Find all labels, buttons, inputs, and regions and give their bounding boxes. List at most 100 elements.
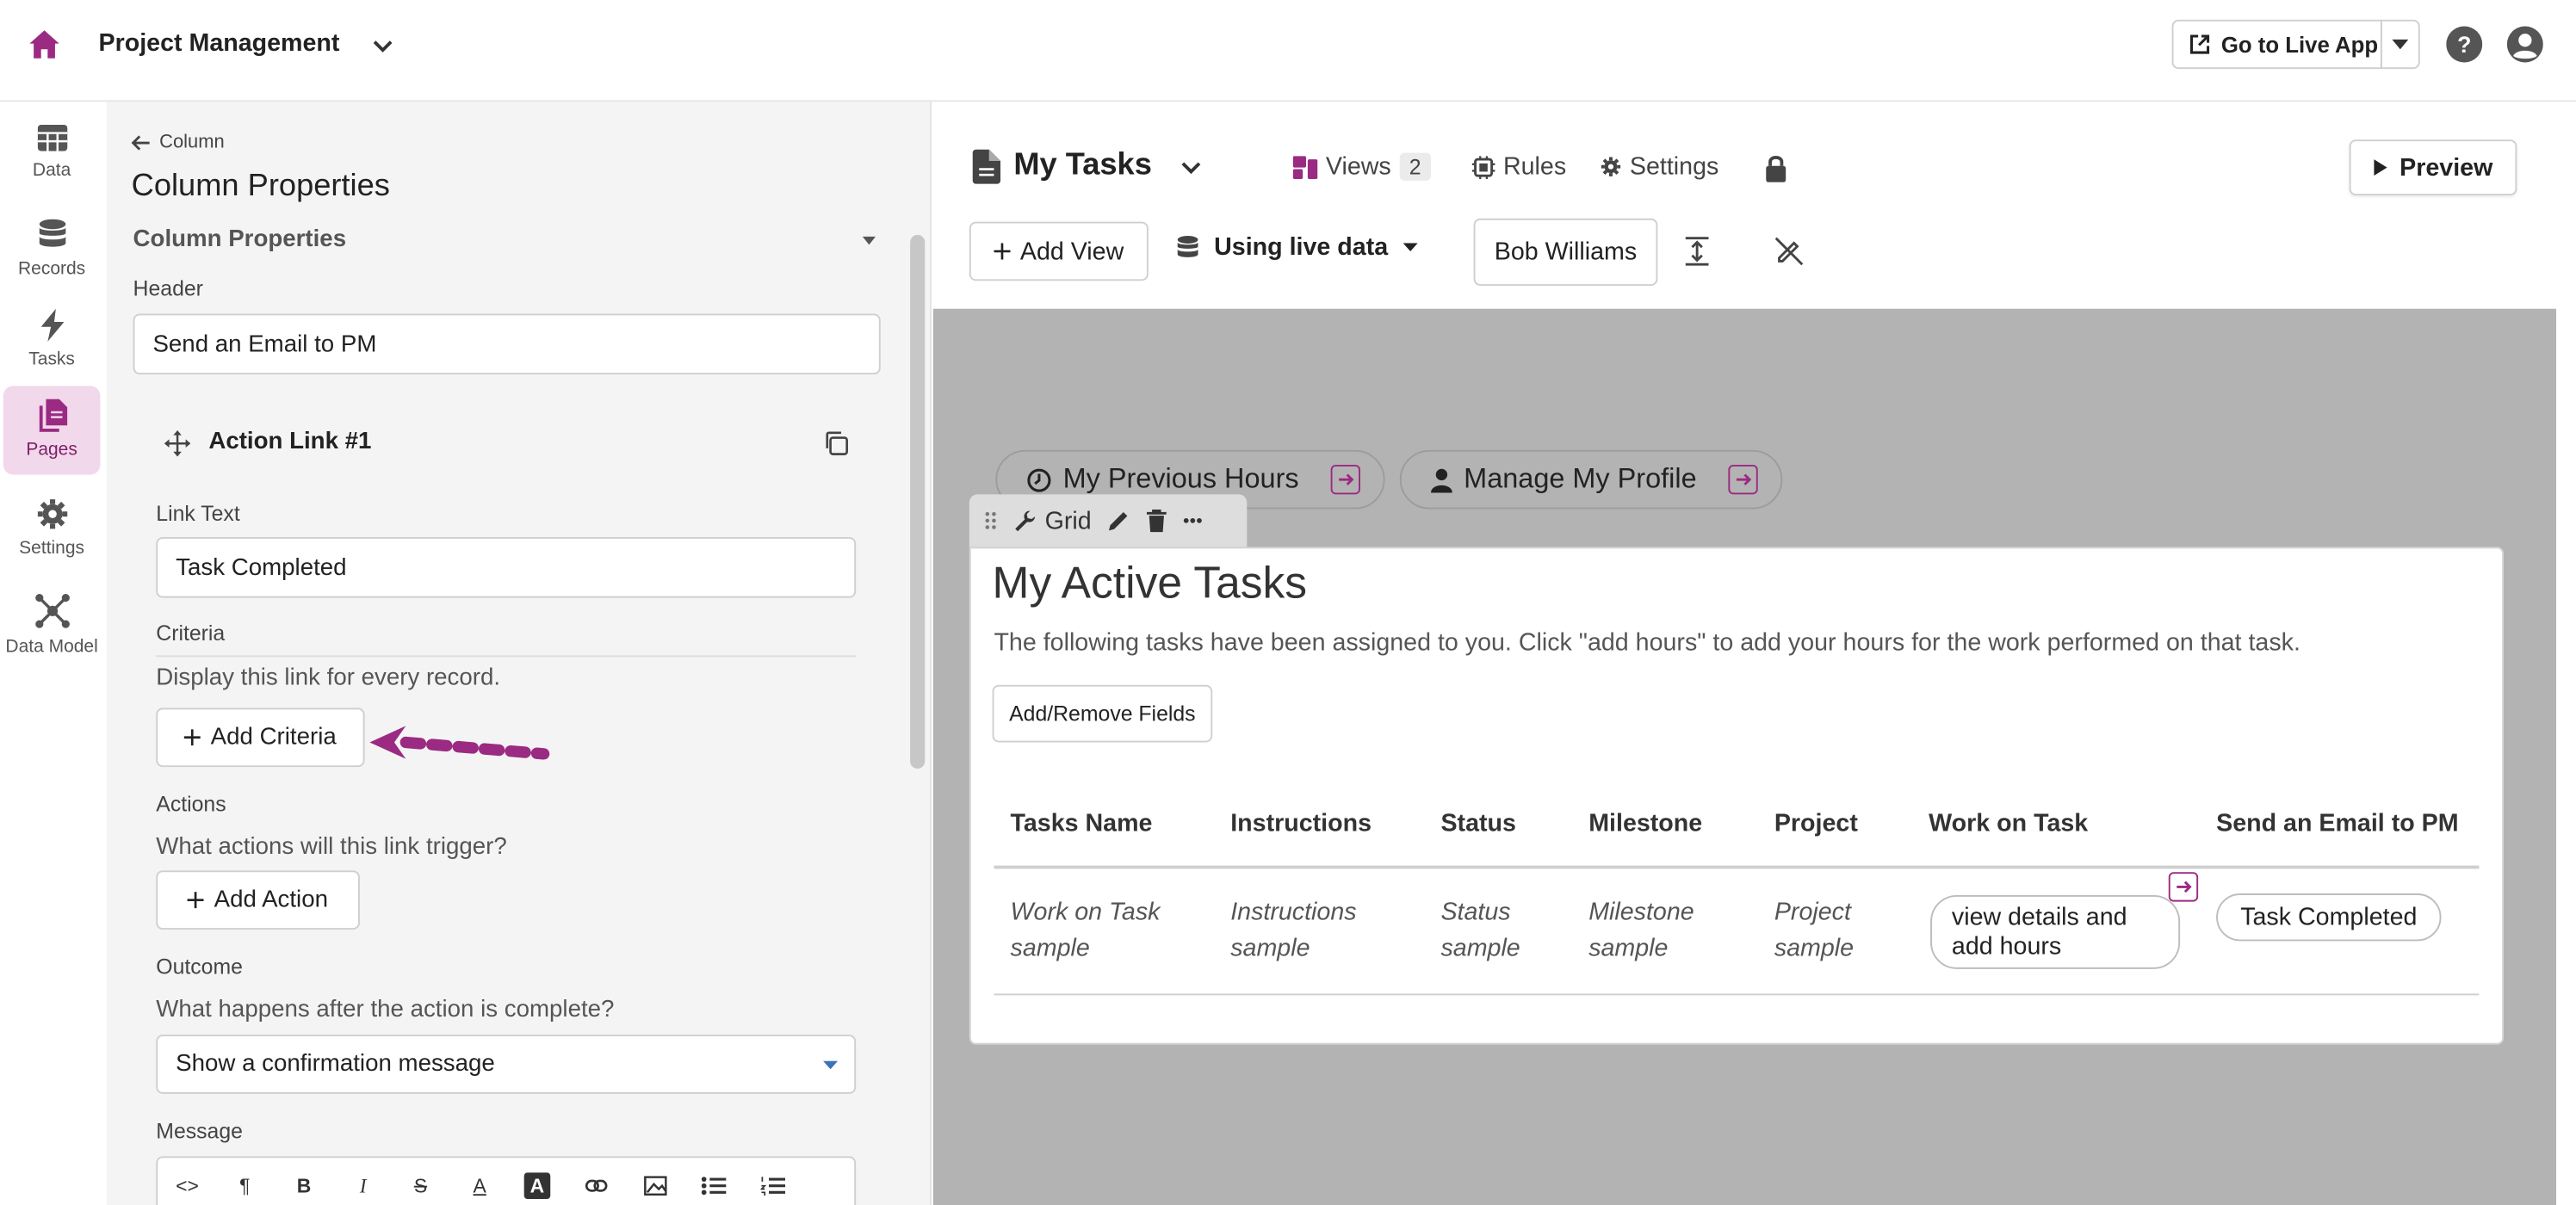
- add-criteria-button[interactable]: Add Criteria: [156, 708, 365, 768]
- column-header-status[interactable]: Status: [1440, 810, 1515, 837]
- view-settings-button[interactable]: Settings: [1601, 152, 1718, 181]
- more-options-icon[interactable]: [1184, 517, 1204, 524]
- nav-item-settings[interactable]: Settings: [3, 485, 101, 573]
- font-color-icon[interactable]: A: [467, 1172, 493, 1199]
- nav-item-tasks[interactable]: Tasks: [3, 295, 101, 384]
- column-header-send-email[interactable]: Send an Email to PM: [2216, 810, 2459, 837]
- go-to-live-app-button[interactable]: Go to Live App: [2171, 19, 2382, 70]
- criteria-label: Criteria: [156, 621, 226, 646]
- chevron-down-icon[interactable]: [371, 34, 394, 58]
- disable-editing-icon[interactable]: [1774, 237, 1804, 266]
- add-action-label: Add Action: [214, 887, 328, 913]
- menu-link-label: Manage My Profile: [1464, 463, 1697, 495]
- app-title[interactable]: Project Management: [98, 29, 339, 57]
- live-app-dropdown-button[interactable]: [2380, 19, 2420, 70]
- column-header-milestone[interactable]: Milestone: [1588, 810, 1702, 837]
- canvas-scroll-track: [2556, 308, 2576, 1205]
- wrench-icon: [1013, 510, 1037, 533]
- menu-link-manage-my-profile[interactable]: Manage My Profile: [1399, 449, 1782, 510]
- add-action-button[interactable]: Add Action: [156, 870, 360, 930]
- italic-icon[interactable]: I: [350, 1172, 376, 1199]
- home-icon[interactable]: [28, 28, 60, 60]
- preview-user-button[interactable]: Bob Williams: [1473, 218, 1658, 287]
- grid-view-card: [969, 547, 2505, 1045]
- pages-icon: [37, 399, 67, 432]
- view-details-link-button[interactable]: view details and add hours: [1930, 894, 2181, 969]
- drag-handle-icon[interactable]: [984, 510, 997, 530]
- menu-link-label: My Previous Hours: [1062, 463, 1299, 495]
- image-icon[interactable]: [642, 1172, 669, 1199]
- outcome-select[interactable]: Show a confirmation message: [156, 1035, 857, 1094]
- user-account-icon[interactable]: [2506, 26, 2543, 63]
- rules-button[interactable]: Rules: [1471, 152, 1567, 181]
- bold-icon[interactable]: B: [291, 1172, 318, 1199]
- nav-label: Data: [32, 160, 71, 181]
- paragraph-icon[interactable]: ¶: [232, 1172, 258, 1199]
- breadcrumb[interactable]: Column: [131, 133, 225, 152]
- preview-label: Preview: [2400, 153, 2493, 182]
- column-header-tasks-name[interactable]: Tasks Name: [1011, 810, 1153, 837]
- column-header-work-on-task[interactable]: Work on Task: [1929, 810, 2088, 837]
- grid-view-description: The following tasks have been assigned t…: [994, 628, 2300, 658]
- external-link-icon: [2189, 33, 2212, 56]
- nav-label: Settings: [19, 538, 85, 559]
- preview-button[interactable]: Preview: [2349, 139, 2517, 196]
- link-text-input[interactable]: Task Completed: [156, 536, 857, 598]
- nav-item-records[interactable]: Records: [3, 206, 101, 294]
- nav-item-data-model[interactable]: Data Model: [3, 580, 101, 669]
- trash-icon[interactable]: [1147, 510, 1167, 533]
- views-button[interactable]: Views 2: [1292, 152, 1431, 181]
- chip-icon: [1471, 155, 1495, 179]
- move-handle-icon[interactable]: [164, 429, 191, 457]
- document-icon: [972, 149, 1001, 184]
- svg-text:?: ?: [2457, 32, 2471, 58]
- column-header-project[interactable]: Project: [1774, 810, 1858, 837]
- live-data-selector[interactable]: Using live data: [1176, 232, 1418, 262]
- link-icon[interactable]: [583, 1172, 610, 1199]
- table-header-divider: [994, 865, 2480, 868]
- strikethrough-icon[interactable]: S: [407, 1172, 434, 1199]
- clock-icon: [1027, 467, 1052, 492]
- rules-label: Rules: [1502, 152, 1567, 181]
- task-completed-link-button[interactable]: Task Completed: [2216, 893, 2442, 942]
- nav-item-data[interactable]: Data: [3, 110, 101, 199]
- database-icon: [37, 219, 66, 251]
- collapse-caret-icon[interactable]: [862, 236, 876, 245]
- actions-description: What actions will this link trigger?: [156, 834, 507, 861]
- plus-icon: [184, 729, 201, 746]
- grid-view-toolbar: Grid: [969, 494, 1248, 547]
- background-color-icon[interactable]: A: [523, 1172, 551, 1199]
- grid-view-title: My Active Tasks: [992, 558, 1308, 609]
- column-header-instructions[interactable]: Instructions: [1230, 810, 1372, 837]
- play-icon: [2373, 159, 2387, 176]
- help-icon[interactable]: ?: [2446, 26, 2483, 63]
- cell-instructions: Instructions sample: [1230, 898, 1357, 963]
- link-text-label: Link Text: [156, 500, 240, 526]
- add-remove-fields-button[interactable]: Add/Remove Fields: [992, 684, 1213, 743]
- lock-icon[interactable]: [1764, 154, 1787, 182]
- section-title[interactable]: Column Properties: [133, 226, 347, 253]
- cell-project: Project sample: [1774, 898, 1855, 963]
- panel-scrollbar[interactable]: [910, 234, 926, 769]
- arrow-right-box-icon: [1329, 465, 1360, 495]
- live-data-label: Using live data: [1214, 232, 1389, 262]
- plus-icon: [994, 243, 1011, 260]
- outcome-description: What happens after the action is complet…: [156, 997, 615, 1023]
- add-view-button[interactable]: Add View: [969, 221, 1149, 281]
- header-input[interactable]: Send an Email to PM: [133, 313, 881, 375]
- chevron-down-icon[interactable]: [1180, 156, 1203, 179]
- views-label: Views: [1325, 152, 1391, 181]
- code-icon[interactable]: <>: [174, 1172, 201, 1199]
- copy-icon[interactable]: [823, 430, 850, 457]
- row-height-icon[interactable]: [1684, 237, 1711, 266]
- arrow-right-box-icon[interactable]: [2168, 872, 2199, 902]
- edit-icon[interactable]: [1108, 510, 1131, 533]
- add-criteria-label: Add Criteria: [210, 724, 337, 751]
- caret-down-icon: [822, 1060, 839, 1069]
- nav-item-pages[interactable]: Pages: [3, 386, 101, 475]
- view-title[interactable]: My Tasks: [1013, 148, 1152, 184]
- gear-icon: [35, 497, 68, 530]
- database-icon: [1176, 234, 1199, 261]
- bullet-list-icon[interactable]: [700, 1172, 727, 1199]
- numbered-list-icon[interactable]: [759, 1172, 786, 1199]
